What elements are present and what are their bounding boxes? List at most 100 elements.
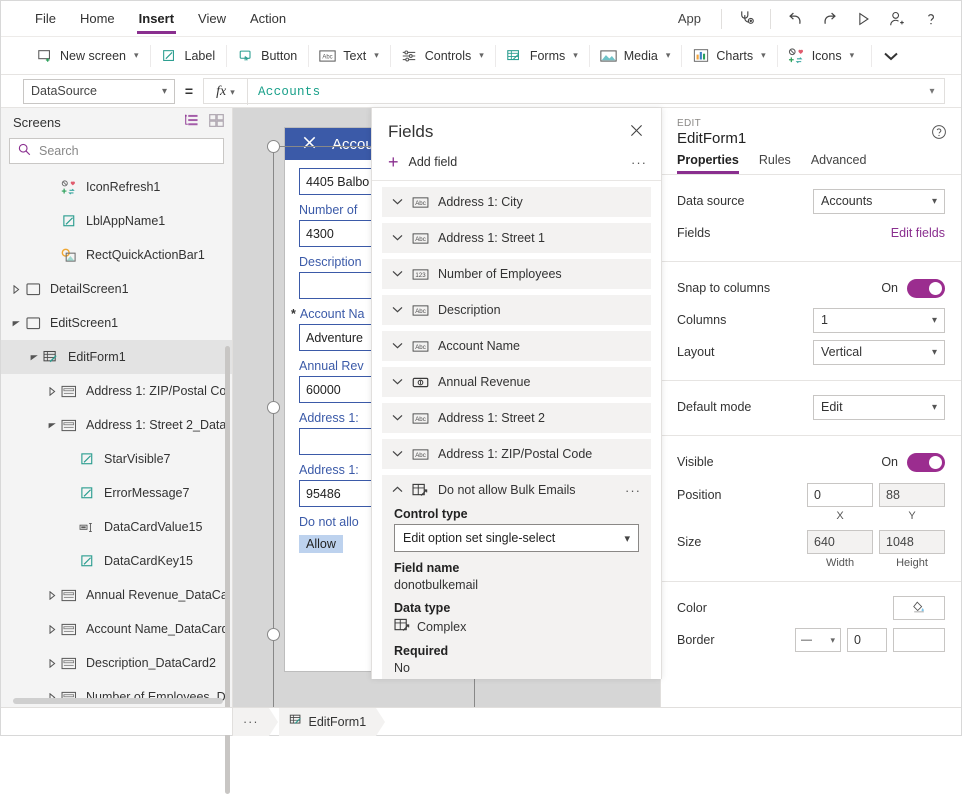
breadcrumb-item-editform1[interactable]: EditForm1: [278, 707, 385, 736]
size-height-input[interactable]: 1048: [879, 530, 945, 554]
menu-item-view[interactable]: View: [186, 1, 238, 37]
field-item[interactable]: Abc Account Name: [382, 331, 651, 361]
option-pill[interactable]: Allow: [299, 535, 343, 553]
menu-item-action[interactable]: Action: [238, 1, 298, 37]
size-width-input[interactable]: 640: [807, 530, 873, 554]
tree-item-address-1-zip-postal-code[interactable]: Address 1: ZIP/Postal Code_: [1, 374, 232, 408]
ribbon-controls[interactable]: Controls ▾: [389, 37, 495, 75]
color-swatch-button[interactable]: [893, 596, 945, 620]
chevron-down-icon[interactable]: [392, 269, 403, 279]
position-x-input[interactable]: 0: [807, 483, 873, 507]
ribbon-forms[interactable]: Forms ▾: [494, 37, 589, 75]
chevron-down-icon[interactable]: [392, 449, 403, 459]
thumbnail-view-icon[interactable]: [209, 114, 224, 130]
breadcrumb-overflow[interactable]: ···: [233, 707, 277, 736]
fx-button[interactable]: fx ▾: [204, 79, 248, 105]
ribbon-new-screen[interactable]: New screen ▾: [25, 37, 150, 75]
default-mode-select[interactable]: Edit ▾: [813, 394, 945, 420]
tree-item-description-datacard2[interactable]: Description_DataCard2: [1, 646, 232, 680]
screens-tree[interactable]: IconRefresh1 LblAppName1 RectQuickActionBa…: [1, 170, 232, 707]
tree-item-annual-revenue-datacard2[interactable]: Annual Revenue_DataCard2: [1, 578, 232, 612]
tree-horizontal-scrollbar[interactable]: [13, 698, 223, 704]
menu-item-home[interactable]: Home: [68, 1, 127, 37]
chevron-down-icon[interactable]: [392, 341, 403, 351]
chevron-down-icon[interactable]: [392, 377, 403, 387]
chevron-down-icon[interactable]: [9, 320, 23, 327]
layout-select[interactable]: Vertical ▾: [813, 339, 945, 365]
tree-item-address-1-street-2-datacar[interactable]: Address 1: Street 2_DataCar: [1, 408, 232, 442]
border-style-select[interactable]: — ▾: [795, 628, 841, 652]
tree-item-datacardkey15[interactable]: DataCardKey15: [1, 544, 232, 578]
chevron-right-icon[interactable]: [45, 386, 59, 396]
tree-view-icon[interactable]: [184, 114, 199, 130]
position-y-input[interactable]: 88: [879, 483, 945, 507]
control-type-select[interactable]: Edit option set single-select ▾: [394, 524, 639, 552]
share-user-icon[interactable]: [881, 4, 913, 34]
chevron-down-icon[interactable]: [45, 422, 59, 429]
border-color-swatch[interactable]: [893, 628, 945, 652]
chevron-up-icon[interactable]: [392, 485, 403, 495]
tree-item-iconrefresh1[interactable]: IconRefresh1: [1, 170, 232, 204]
play-icon[interactable]: [847, 4, 879, 34]
resize-handle-top-left[interactable]: [267, 140, 280, 153]
search-input[interactable]: Search: [9, 138, 224, 164]
chevron-down-icon[interactable]: [27, 354, 41, 361]
menu-item-insert[interactable]: Insert: [127, 1, 186, 37]
tree-item-rectquickactionbar1[interactable]: RectQuickActionBar1: [1, 238, 232, 272]
ribbon-media[interactable]: Media ▾: [588, 37, 682, 75]
chevron-down-icon[interactable]: [392, 413, 403, 423]
chevron-down-icon[interactable]: [392, 233, 403, 243]
tab-rules[interactable]: Rules: [759, 153, 791, 174]
add-field-button[interactable]: + Add field ···: [372, 148, 661, 181]
tree-item-errormessage7[interactable]: ErrorMessage7: [1, 476, 232, 510]
ribbon-icons[interactable]: Icons ▾: [776, 37, 865, 75]
data-source-select[interactable]: Accounts ▾: [813, 188, 945, 214]
resize-handle-bottom-left[interactable]: [267, 628, 280, 641]
tab-advanced[interactable]: Advanced: [811, 153, 867, 174]
resize-handle-middle-left[interactable]: [267, 401, 280, 414]
border-width-input[interactable]: 0: [847, 628, 887, 652]
tree-item-detailscreen1[interactable]: DetailScreen1: [1, 272, 232, 306]
field-item[interactable]: Abc Address 1: Street 1: [382, 223, 651, 253]
field-item[interactable]: Abc Address 1: Street 2: [382, 403, 651, 433]
field-item[interactable]: Annual Revenue: [382, 367, 651, 397]
field-item[interactable]: Abc Address 1: City: [382, 187, 651, 217]
chevron-right-icon[interactable]: [9, 284, 23, 294]
menu-item-file[interactable]: File: [23, 1, 68, 37]
tree-item-editscreen1[interactable]: EditScreen1: [1, 306, 232, 340]
ribbon-button[interactable]: Button: [226, 37, 308, 75]
health-check-icon[interactable]: [730, 4, 762, 34]
tree-item-starvisible7[interactable]: StarVisible7: [1, 442, 232, 476]
visible-toggle[interactable]: [907, 452, 945, 472]
formula-expand-icon[interactable]: ▾: [920, 79, 944, 103]
ribbon-charts[interactable]: Charts ▾: [681, 37, 776, 75]
chevron-right-icon[interactable]: [45, 624, 59, 634]
chevron-right-icon[interactable]: [45, 590, 59, 600]
tree-item-editform1[interactable]: EditForm1: [1, 340, 232, 374]
tree-item-lblappname1[interactable]: LblAppName1: [1, 204, 232, 238]
columns-select[interactable]: 1 ▾: [813, 307, 945, 333]
chevron-down-icon[interactable]: [392, 305, 403, 315]
ribbon-expand-button[interactable]: [871, 37, 910, 75]
edit-fields-link[interactable]: Edit fields: [891, 226, 945, 240]
tree-item-datacardvalue15[interactable]: DataCardValue15: [1, 510, 232, 544]
help-icon[interactable]: [915, 4, 947, 34]
field-item[interactable]: Abc Description: [382, 295, 651, 325]
close-icon[interactable]: [626, 122, 647, 142]
tab-properties[interactable]: Properties: [677, 153, 739, 174]
chevron-right-icon[interactable]: [45, 658, 59, 668]
undo-icon[interactable]: [779, 4, 811, 34]
formula-input[interactable]: Accounts: [248, 79, 920, 105]
field-item[interactable]: 123 Number of Employees: [382, 259, 651, 289]
redo-icon[interactable]: [813, 4, 845, 34]
chevron-down-icon[interactable]: [392, 197, 403, 207]
field-item[interactable]: Abc Address 1: ZIP/Postal Code: [382, 439, 651, 469]
ribbon-label[interactable]: Label: [149, 37, 227, 75]
close-icon[interactable]: [301, 134, 318, 155]
fields-list[interactable]: Abc Address 1: City Abc Address 1: Street 1…: [372, 181, 661, 679]
snap-to-columns-toggle[interactable]: [907, 278, 945, 298]
app-label[interactable]: App: [666, 11, 713, 26]
property-selector[interactable]: DataSource ▾: [23, 78, 175, 104]
tree-item-account-name-datacard2[interactable]: Account Name_DataCard2: [1, 612, 232, 646]
help-circle-icon[interactable]: [931, 124, 947, 143]
